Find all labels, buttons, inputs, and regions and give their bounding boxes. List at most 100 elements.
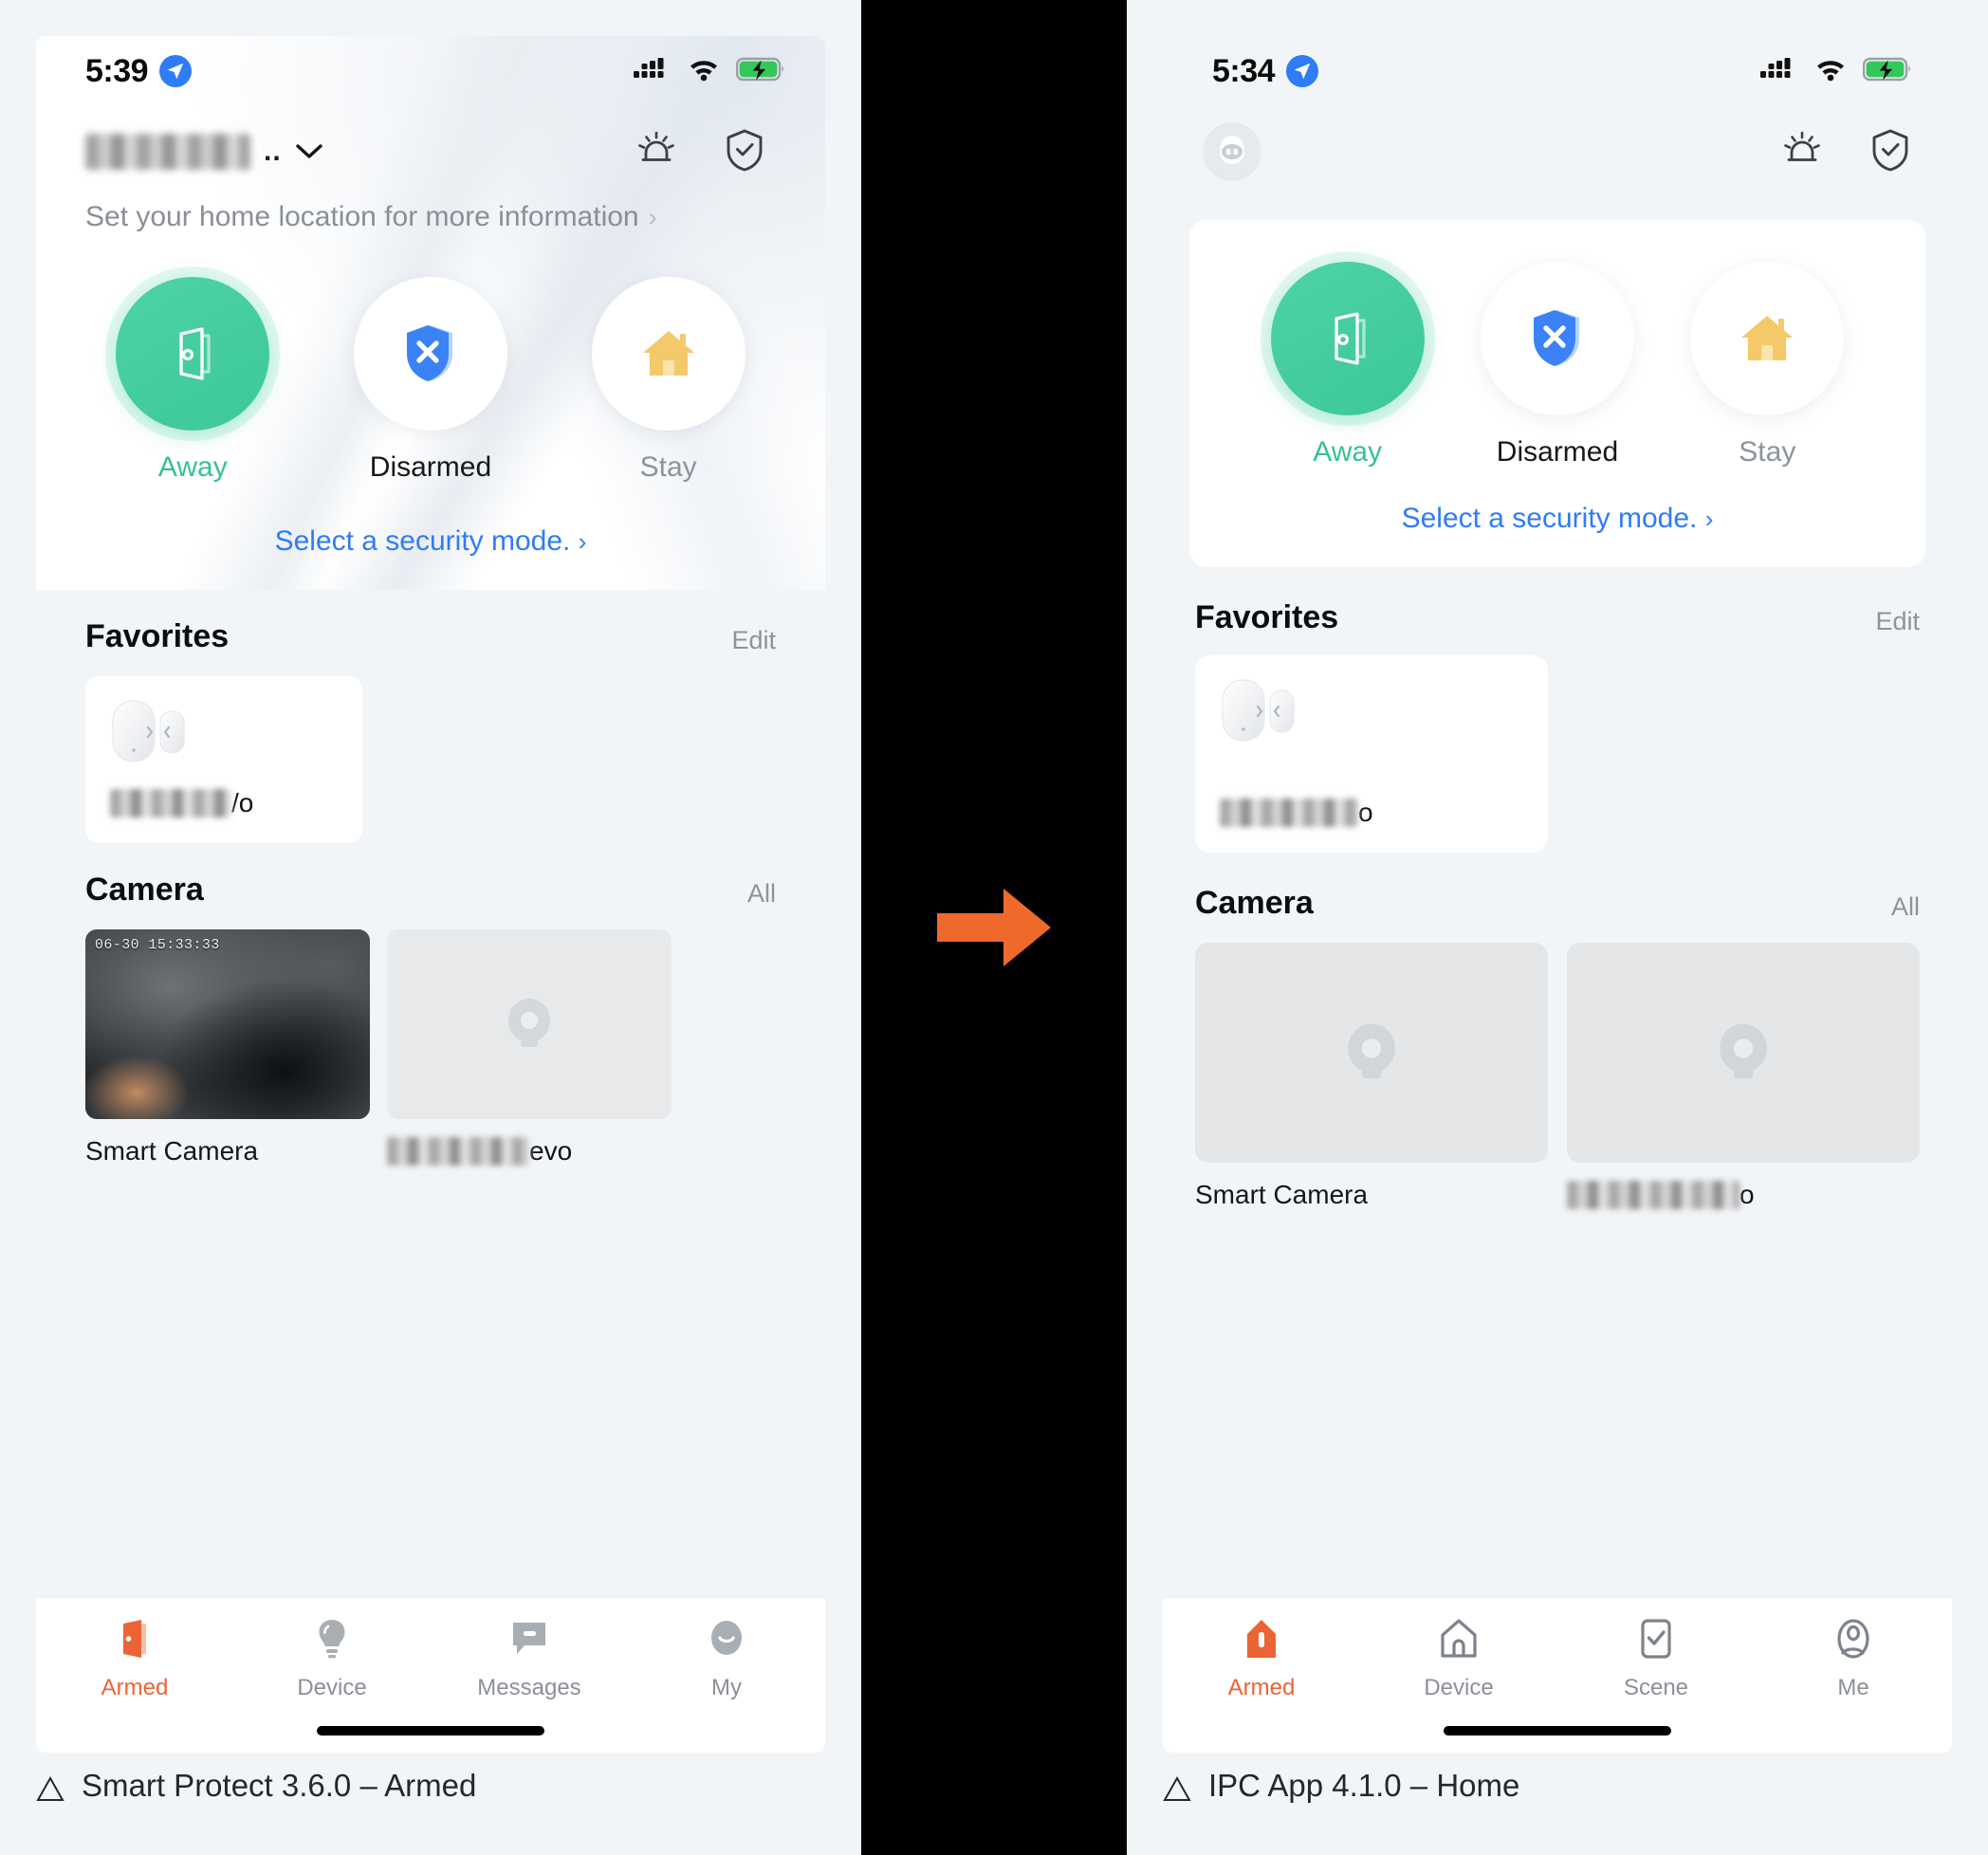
location-arrow-icon <box>159 55 193 87</box>
shield-x-icon <box>353 277 507 431</box>
right-arrow-icon <box>932 875 1056 980</box>
favorites-edit-button[interactable]: Edit <box>1875 607 1920 636</box>
security-mode-disarmed[interactable]: Disarmed <box>313 277 548 484</box>
camera-item[interactable]: 06-30 15:33:33 Smart Camera <box>85 929 370 1166</box>
security-mode-stay-label: Stay <box>1739 436 1796 468</box>
tab-messages[interactable]: Messages <box>431 1615 628 1701</box>
tab-me-label: Me <box>1837 1675 1869 1700</box>
tab-device[interactable]: Device <box>1360 1615 1557 1701</box>
favorite-device-name: o <box>1220 798 1373 828</box>
triangle-outline-icon <box>36 1773 64 1801</box>
tab-me[interactable]: Me <box>1755 1615 1952 1701</box>
camera-item-label: Smart Camera <box>85 1136 259 1166</box>
select-security-mode-link[interactable]: Select a security mode. › <box>36 484 825 558</box>
tab-device-label: Device <box>1424 1675 1494 1700</box>
camera-preview-thumbnail[interactable]: 06-30 15:33:33 <box>85 929 370 1119</box>
chevron-right-icon: › <box>578 527 587 556</box>
transition-gutter <box>861 0 1127 1855</box>
set-home-location-label: Set your home location for more informat… <box>85 201 639 232</box>
cellular-signal-icon <box>634 56 672 87</box>
tab-my-label: My <box>711 1675 742 1700</box>
left-status-bar: 5:39 <box>36 36 825 106</box>
favorite-device-card[interactable]: o <box>1195 655 1548 853</box>
left-hero-block: 5:39 .. Set your home location for more … <box>36 36 825 590</box>
siren-icon[interactable] <box>634 127 679 177</box>
camera-title: Camera <box>1195 885 1314 921</box>
left-screenshot-panel: 5:39 .. Set your home location for more … <box>0 0 861 1855</box>
select-security-mode-link[interactable]: Select a security mode. › <box>1205 468 1910 535</box>
shield-x-icon <box>1480 262 1634 415</box>
house-icon <box>1690 262 1845 415</box>
camera-section-header: Camera All <box>1163 853 1952 922</box>
house-icon <box>591 277 746 431</box>
security-mode-away-label: Away <box>1313 436 1383 468</box>
chevron-down-icon[interactable] <box>295 138 323 166</box>
security-mode-stay[interactable]: Stay <box>551 277 786 484</box>
tab-device-label: Device <box>297 1675 367 1700</box>
camera-name-tail: evo <box>529 1136 573 1166</box>
right-status-bar: 5:34 <box>1163 36 1952 106</box>
shield-check-icon[interactable] <box>723 127 766 177</box>
camera-name-redacted <box>387 1137 529 1166</box>
left-security-modes: Away Disarmed Stay <box>36 233 825 484</box>
camera-name-redacted <box>1567 1181 1740 1209</box>
tab-armed-label: Armed <box>101 1675 169 1700</box>
status-time: 5:39 <box>85 52 149 89</box>
right-security-card: Away Disarmed Stay Select a security mod… <box>1189 220 1925 567</box>
wifi-icon <box>688 57 720 86</box>
battery-charging-icon <box>735 57 785 86</box>
checkbox-check-icon <box>1641 1619 1671 1659</box>
security-mode-away[interactable]: Away <box>1243 262 1451 468</box>
camera-all-button[interactable]: All <box>1891 892 1920 922</box>
right-header <box>1163 106 1952 197</box>
camera-item-label: Smart Camera <box>1195 1180 1369 1209</box>
wifi-icon <box>1814 57 1847 86</box>
camera-item[interactable]: Smart Camera <box>1195 943 1548 1210</box>
favorite-device-name-redacted <box>1220 799 1358 827</box>
security-mode-disarmed[interactable]: Disarmed <box>1453 262 1661 468</box>
right-screenshot-panel: 5:34 Away Disarmed Stay Select a securit… <box>1127 0 1988 1855</box>
left-phone-screen: 5:39 .. Set your home location for more … <box>36 36 825 1753</box>
security-mode-away[interactable]: Away <box>75 277 310 484</box>
tab-scene[interactable]: Scene <box>1557 1615 1755 1701</box>
camera-icon <box>1720 1023 1767 1079</box>
camera-name-tail: o <box>1740 1180 1755 1209</box>
home-name-ellipsis: .. <box>264 136 282 167</box>
door-window-sensor-icon <box>110 695 197 767</box>
favorites-edit-button[interactable]: Edit <box>731 626 776 655</box>
set-home-location-link[interactable]: Set your home location for more informat… <box>36 180 825 233</box>
person-pin-icon <box>1837 1619 1869 1659</box>
camera-placeholder-thumbnail[interactable] <box>387 929 672 1119</box>
shield-check-icon[interactable] <box>1868 127 1912 177</box>
comparison-stage: 5:39 .. Set your home location for more … <box>0 0 1988 1855</box>
tab-my[interactable]: My <box>628 1615 825 1701</box>
user-avatar-icon[interactable] <box>1203 122 1261 181</box>
tab-armed[interactable]: Armed <box>1163 1615 1360 1701</box>
camera-section-header: Camera All <box>36 843 825 909</box>
camera-item[interactable]: o <box>1567 943 1920 1210</box>
user-avatar-icon <box>711 1621 742 1655</box>
siren-icon[interactable] <box>1779 127 1825 177</box>
status-time: 5:34 <box>1212 52 1276 89</box>
right-security-modes: Away Disarmed Stay <box>1205 262 1910 468</box>
security-mode-disarmed-label: Disarmed <box>369 451 492 483</box>
favorites-section-header: Favorites Edit <box>1163 567 1952 636</box>
right-caption: IPC App 4.1.0 – Home <box>1163 1717 1519 1855</box>
camera-icon <box>508 999 550 1047</box>
open-door-icon <box>116 277 270 431</box>
camera-placeholder-thumbnail[interactable] <box>1195 943 1548 1163</box>
home-selector[interactable]: .. <box>36 106 825 180</box>
security-mode-disarmed-label: Disarmed <box>1496 436 1619 468</box>
security-mode-away-label: Away <box>157 451 228 483</box>
tab-messages-label: Messages <box>477 1675 581 1700</box>
open-door-icon <box>123 1620 146 1658</box>
favorite-device-card[interactable]: /o <box>85 676 362 843</box>
select-security-mode-label: Select a security mode. <box>274 525 571 557</box>
chevron-right-icon: › <box>648 202 657 231</box>
camera-all-button[interactable]: All <box>747 879 776 909</box>
security-mode-stay[interactable]: Stay <box>1664 262 1871 468</box>
camera-item[interactable]: evo <box>387 929 672 1166</box>
tab-device[interactable]: Device <box>233 1615 431 1701</box>
tab-armed[interactable]: Armed <box>36 1615 233 1701</box>
camera-placeholder-thumbnail[interactable] <box>1567 943 1920 1163</box>
